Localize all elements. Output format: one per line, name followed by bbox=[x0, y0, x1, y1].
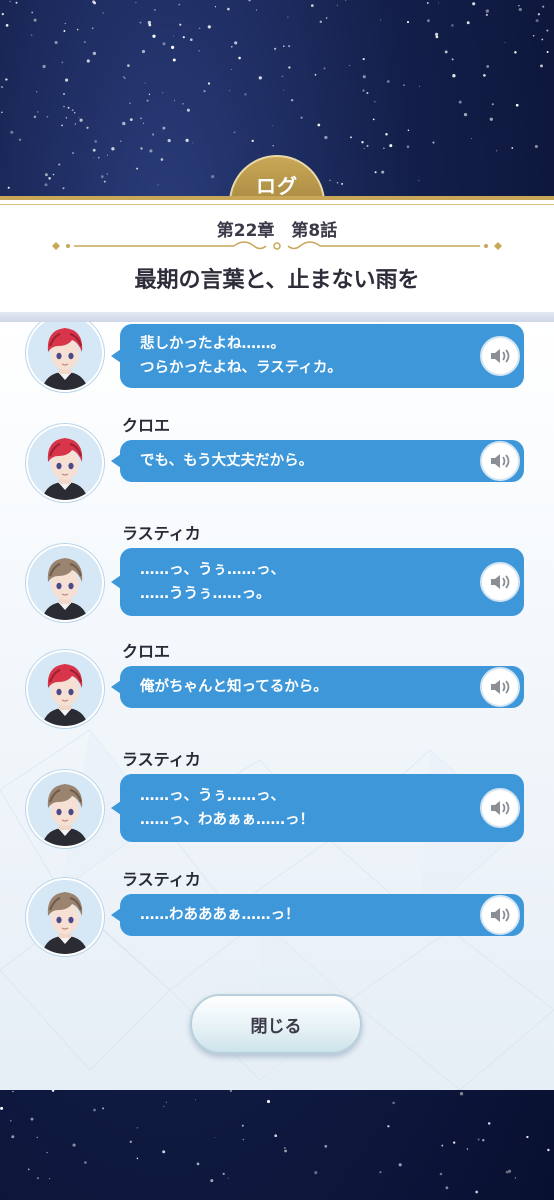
close-button[interactable]: 閉じる bbox=[190, 994, 362, 1054]
dialogue-bubble: 俺がちゃんと知ってるから。 bbox=[111, 666, 524, 708]
log-panel[interactable]: 悲しかったよね……。 つらかったよね、ラスティカ。 クロエ でも、もう大丈夫だか… bbox=[0, 322, 554, 1090]
character-avatar bbox=[26, 424, 104, 502]
dialogue-bubble: でも、もう大丈夫だから。 bbox=[111, 440, 524, 482]
dialogue-line: つらかったよね、ラスティカ。 bbox=[140, 360, 342, 376]
chapter-header: 第22章 第8話 最期の言葉と、止まない雨を bbox=[0, 196, 554, 318]
voice-play-button[interactable] bbox=[480, 788, 520, 828]
speaker-icon bbox=[491, 575, 510, 589]
speaker-name: クロエ bbox=[122, 416, 171, 435]
character-avatar bbox=[26, 650, 104, 728]
dialogue-line: ……ううぅ……っ。 bbox=[140, 586, 271, 602]
speaker-name: クロエ bbox=[122, 642, 171, 661]
speaker-icon bbox=[491, 908, 510, 922]
character-avatar bbox=[26, 878, 104, 956]
character-avatar bbox=[26, 322, 104, 392]
voice-play-button[interactable] bbox=[480, 562, 520, 602]
character-avatar bbox=[26, 544, 104, 622]
dialogue-line: ……っ、うぅ……っ、 bbox=[140, 788, 285, 804]
dialogue-line: 悲しかったよね……。 bbox=[140, 336, 285, 352]
speaker-icon bbox=[491, 680, 510, 694]
dialogue-line: 俺がちゃんと知ってるから。 bbox=[140, 679, 328, 695]
voice-play-button[interactable] bbox=[480, 441, 520, 481]
dialogue-line: ……わあああぁ……っ！ bbox=[140, 907, 300, 923]
character-avatar bbox=[26, 770, 104, 848]
episode-title: 最期の言葉と、止まない雨を bbox=[134, 268, 420, 293]
dialogue-bubble: ……わあああぁ……っ！ bbox=[111, 894, 524, 936]
dialogue-line: ……っ、うぅ……っ、 bbox=[140, 562, 285, 578]
voice-play-button[interactable] bbox=[480, 667, 520, 707]
speaker-name: ラスティカ bbox=[122, 750, 201, 769]
voice-play-button[interactable] bbox=[480, 895, 520, 935]
speaker-name: ラスティカ bbox=[122, 524, 201, 543]
voice-play-button[interactable] bbox=[480, 336, 520, 376]
dialogue-bubble: ……っ、うぅ……っ、 ……ううぅ……っ。 bbox=[111, 548, 524, 616]
dialogue-bubble: 悲しかったよね……。 つらかったよね、ラスティカ。 bbox=[111, 324, 524, 388]
speaker-name: ラスティカ bbox=[122, 870, 201, 889]
speaker-icon bbox=[491, 349, 510, 363]
dialogue-bubble: ……っ、うぅ……っ、 ……っ、わあぁぁ……っ！ bbox=[111, 774, 524, 842]
speaker-icon bbox=[491, 454, 510, 468]
dialogue-line: でも、もう大丈夫だから。 bbox=[140, 453, 314, 469]
gold-ornament-divider bbox=[52, 241, 502, 250]
speaker-icon bbox=[491, 801, 510, 815]
log-tab-label: ログ bbox=[256, 173, 298, 198]
header-shadow bbox=[0, 312, 554, 322]
dialogue-line: ……っ、わあぁぁ……っ！ bbox=[140, 812, 314, 828]
